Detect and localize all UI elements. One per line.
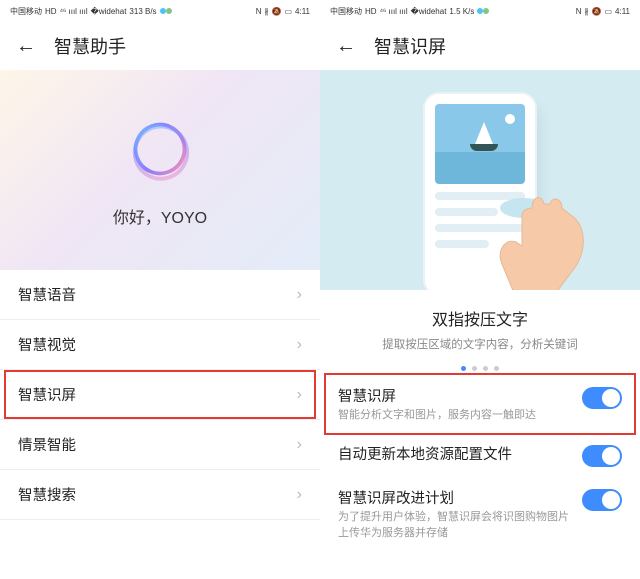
clock: 4:11 (295, 7, 310, 16)
menu-label: 智慧视觉 (18, 334, 76, 355)
hd-icon: HD (45, 7, 57, 16)
wifi-icon: �widehat (411, 7, 447, 16)
switch-on-icon[interactable] (582, 445, 622, 467)
yoyo-ring-icon (123, 112, 197, 186)
app-header: ← 智慧助手 (0, 22, 320, 70)
toggle-label: 智慧识屏 (338, 385, 570, 406)
mute-icon: 🔕 (591, 7, 601, 16)
status-bar: 中国移动 HD ⁴⁶ ıııl ıııl �widehat 1.5 K/s N … (320, 0, 640, 22)
toggle-improvement-plan[interactable]: 智慧识屏改进计划 为了提升用户体验，智慧识屏会将识图购物图片上传华为服务器并存储 (320, 477, 640, 551)
instruction-block: 双指按压文字 提取按压区域的文字内容，分析关键词 (320, 290, 640, 360)
battery-icon: ▭ (284, 7, 292, 16)
nfc-icon: N (256, 7, 262, 16)
battery-icon: ▭ (604, 7, 612, 16)
app-header: ← 智慧识屏 (320, 22, 640, 70)
bluetooth-icon: ∦ (584, 7, 588, 16)
chevron-right-icon: › (297, 436, 302, 454)
toggle-sublabel: 智能分析文字和图片，服务内容一触即达 (338, 408, 570, 423)
page-title: 智慧助手 (54, 33, 126, 59)
signal-icon: ⁴⁶ ıııl ıııl (380, 7, 408, 16)
hand-press-icon (472, 168, 612, 290)
back-icon[interactable]: ← (16, 35, 36, 58)
status-bar: 中国移动 HD ⁴⁶ ıııl ıııl �widehat 313 B/s N … (0, 0, 320, 22)
menu-item-scenario[interactable]: 情景智能 › (0, 420, 320, 470)
wifi-icon: �widehat (91, 7, 127, 16)
menu-label: 智慧搜索 (18, 484, 76, 505)
dot-icon (461, 366, 466, 371)
switch-on-icon[interactable] (582, 489, 622, 511)
chevron-right-icon: › (297, 386, 302, 404)
hero-greeting: 你好，YOYO (113, 204, 207, 228)
brand-dots-icon (160, 7, 172, 16)
toggle-smartscreen[interactable]: 智慧识屏 智能分析文字和图片，服务内容一触即达 (320, 375, 640, 433)
chevron-right-icon: › (297, 286, 302, 304)
nfc-icon: N (576, 7, 582, 16)
toggle-label: 自动更新本地资源配置文件 (338, 443, 570, 464)
menu-item-vision[interactable]: 智慧视觉 › (0, 320, 320, 370)
menu-label: 智慧语音 (18, 284, 76, 305)
page-title: 智慧识屏 (374, 33, 446, 59)
instruction-title: 双指按压文字 (340, 306, 620, 330)
menu-item-search[interactable]: 智慧搜索 › (0, 470, 320, 520)
dot-icon (472, 366, 477, 371)
switch-on-icon[interactable] (582, 387, 622, 409)
brand-dots-icon (477, 7, 489, 16)
toggle-sublabel: 为了提升用户体验，智慧识屏会将识图购物图片上传华为服务器并存储 (338, 510, 570, 541)
menu-item-smartscreen[interactable]: 智慧识屏 › (0, 370, 320, 420)
menu-label: 情景智能 (18, 434, 76, 455)
screen-assistant: 中国移动 HD ⁴⁶ ıııl ıııl �widehat 313 B/s N … (0, 0, 320, 579)
menu-list: 智慧语音 › 智慧视觉 › 智慧识屏 › 情景智能 › 智慧搜索 › (0, 270, 320, 579)
hero-illustration (320, 70, 640, 290)
toggle-auto-update[interactable]: 自动更新本地资源配置文件 (320, 433, 640, 477)
menu-label: 智慧识屏 (18, 384, 76, 405)
chevron-right-icon: › (297, 336, 302, 354)
hd-icon: HD (365, 7, 377, 16)
mute-icon: 🔕 (271, 7, 281, 16)
bluetooth-icon: ∦ (264, 7, 268, 16)
net-speed: 313 B/s (129, 7, 156, 16)
toggle-label: 智慧识屏改进计划 (338, 487, 570, 508)
net-speed: 1.5 K/s (449, 7, 474, 16)
menu-item-voice[interactable]: 智慧语音 › (0, 270, 320, 320)
clock: 4:11 (615, 7, 630, 16)
back-icon[interactable]: ← (336, 35, 356, 58)
signal-icon: ⁴⁶ ıııl ıııl (60, 7, 88, 16)
dot-icon (494, 366, 499, 371)
chevron-right-icon: › (297, 486, 302, 504)
carrier-label: 中国移动 (330, 6, 362, 17)
instruction-desc: 提取按压区域的文字内容，分析关键词 (340, 336, 620, 352)
hero-banner: 你好，YOYO (0, 70, 320, 270)
page-indicator (320, 360, 640, 375)
carrier-label: 中国移动 (10, 6, 42, 17)
screen-smartscreen: 中国移动 HD ⁴⁶ ıııl ıııl �widehat 1.5 K/s N … (320, 0, 640, 579)
dot-icon (483, 366, 488, 371)
